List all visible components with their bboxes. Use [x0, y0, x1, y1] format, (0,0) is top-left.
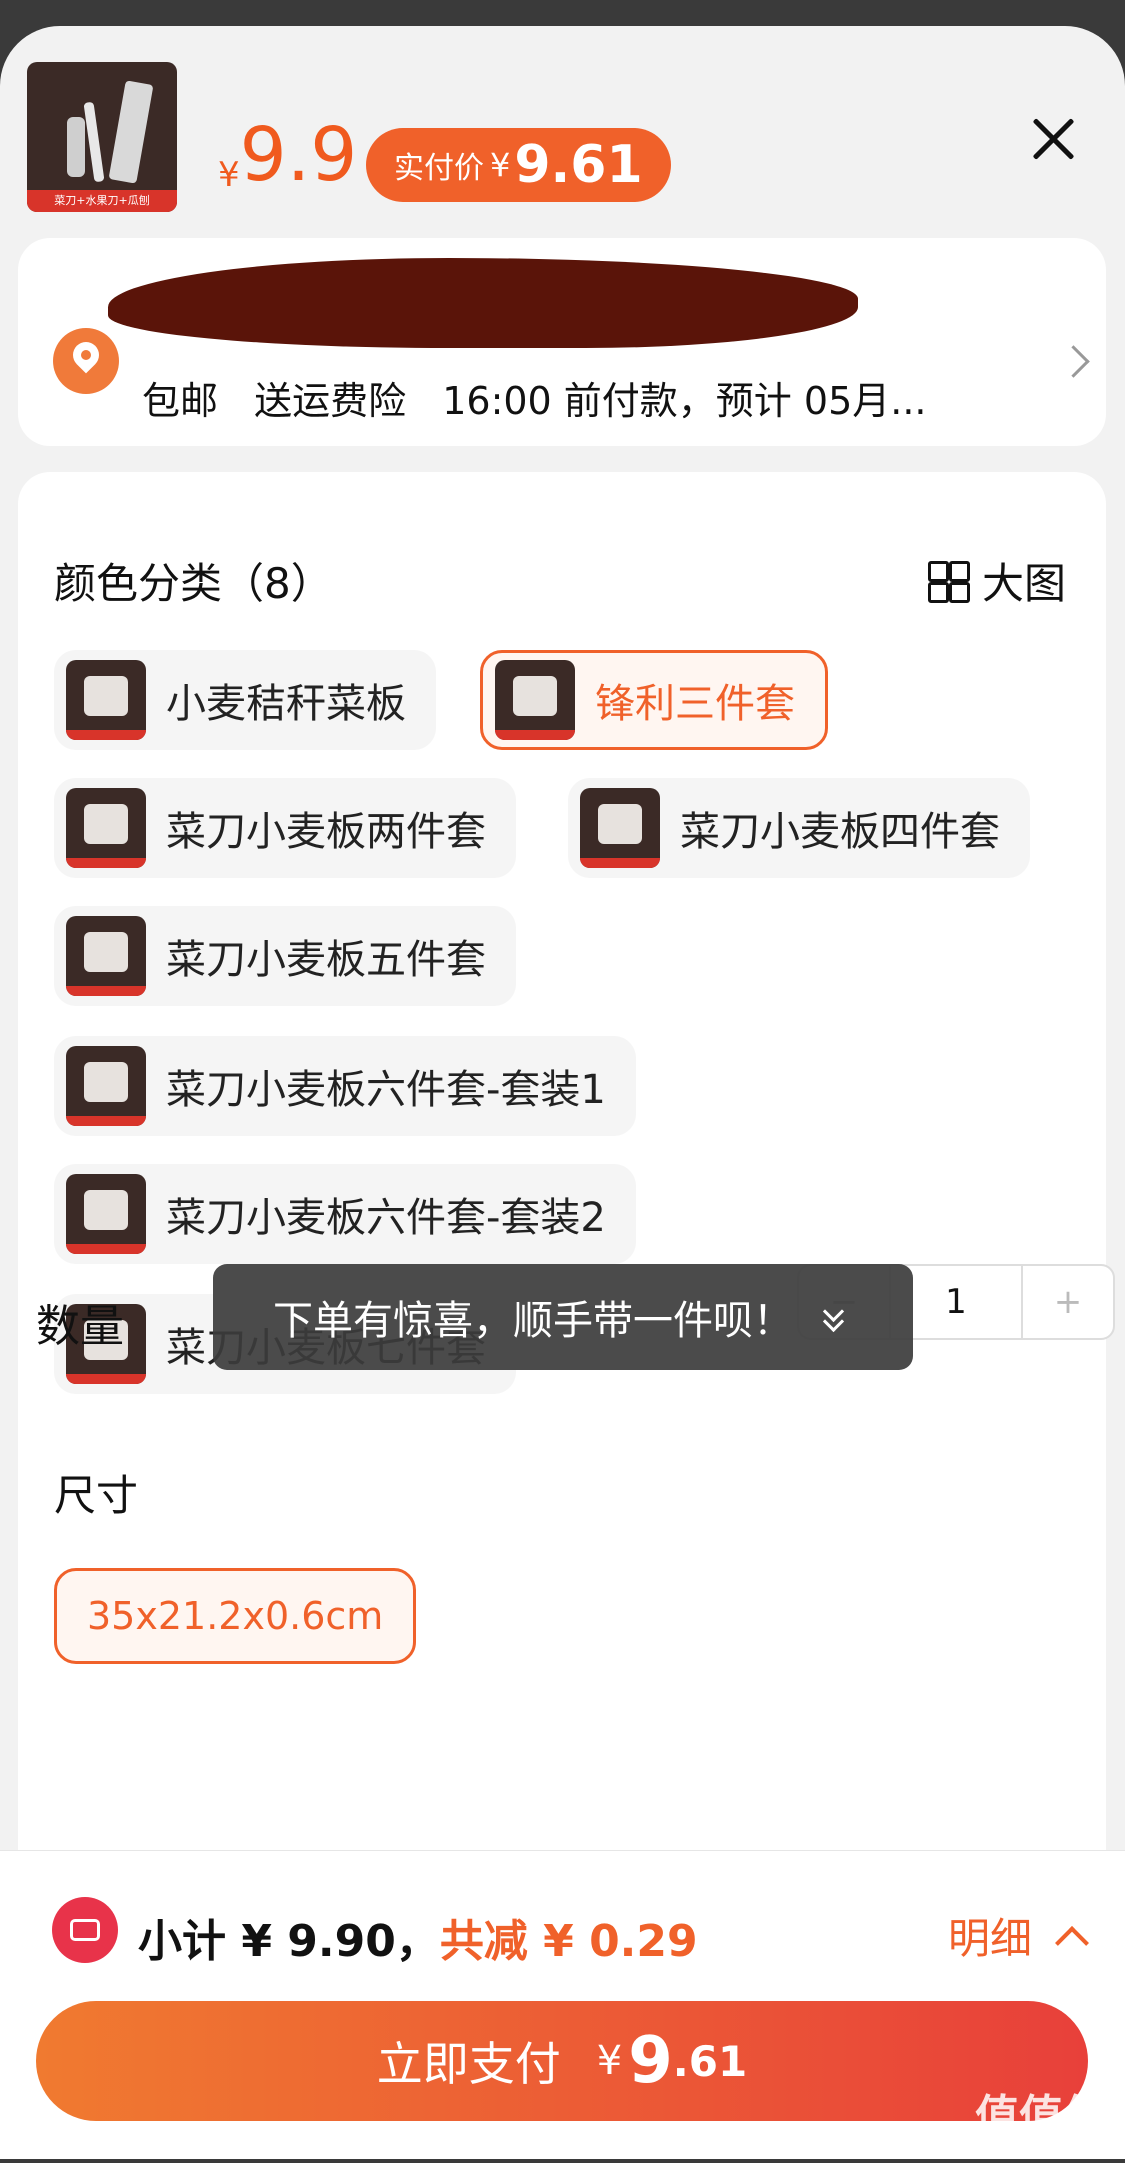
option-label: 菜刀小麦板两件套 [166, 809, 486, 855]
option-thumbnail [66, 1046, 146, 1126]
pay-currency: ¥ [596, 2038, 623, 2084]
pay-now-button[interactable]: 立即支付 ¥ 9 .61 [36, 2001, 1088, 2121]
paid-label: 实付价 [394, 151, 484, 186]
grid-icon [928, 560, 970, 603]
address-card[interactable]: 包邮 送运费险 16:00 前付款，预计 05月... [18, 238, 1106, 446]
big-image-button[interactable]: 大图 [928, 550, 1066, 611]
free-shipping: 包邮 [142, 379, 219, 423]
color-section-title: 颜色分类（8） [54, 559, 333, 608]
chevron-up-icon [1055, 1925, 1089, 1960]
option-thumbnail [66, 916, 146, 996]
option-thumbnail [66, 660, 146, 740]
watermark-sub: zhizhizhi.com [975, 2144, 1084, 2163]
watermark-text: 值值值 [975, 2091, 1107, 2142]
product-thumbnail[interactable]: 菜刀+水果刀+瓜刨 [27, 62, 177, 212]
option-thumbnail [66, 788, 146, 868]
color-option[interactable]: 菜刀小麦板五件套 [54, 906, 516, 1006]
color-option[interactable]: 小麦秸秆菜板 [54, 650, 436, 750]
location-icon [53, 328, 119, 394]
paid-currency: ¥ [490, 146, 511, 184]
options-card: 颜色分类（8） 大图 小麦秸秆菜板 锋利三件套 菜刀小麦板两件套 菜刀小麦板四件… [18, 472, 1106, 1872]
chevron-right-icon[interactable] [1057, 345, 1090, 378]
fruit-knife-image [83, 101, 105, 183]
option-thumbnail [580, 788, 660, 868]
increment-button[interactable]: + [1023, 1266, 1113, 1338]
option-label: 锋利三件套 [595, 681, 795, 727]
option-label: 小麦秸秆菜板 [166, 681, 406, 727]
detail-toggle[interactable]: 明细 [948, 1905, 1089, 1966]
cleaver-image [108, 80, 154, 184]
option-label: 菜刀小麦板五件套 [166, 937, 486, 983]
quantity-title: 数量 [36, 1301, 124, 1352]
big-image-label: 大图 [982, 559, 1067, 608]
price: ¥9.9 [218, 118, 357, 192]
sku-sheet: 菜刀+水果刀+瓜刨 ¥9.9 实付价 ¥ 9.61 包邮 送运费险 16:00 … [0, 26, 1125, 2158]
pay-amount-dec: .61 [672, 2036, 748, 2086]
watermark-logo: 值值值 zhizhizhi.com [975, 2080, 1107, 2163]
peeler-image [67, 117, 85, 177]
color-option-selected[interactable]: 锋利三件套 [480, 650, 828, 750]
price-value: 9.9 [239, 112, 358, 198]
toast-text: 下单有惊喜，顺手带一件呗！ [273, 1298, 793, 1344]
option-label: 菜刀小麦板六件套-套装2 [166, 1195, 606, 1241]
color-option[interactable]: 菜刀小麦板两件套 [54, 778, 516, 878]
option-thumbnail [495, 660, 575, 740]
delivery-estimate: 16:00 前付款，预计 05月... [442, 379, 927, 423]
thumb-tag: 菜刀+水果刀+瓜刨 [27, 190, 177, 212]
option-label: 菜刀小麦板六件套-套装1 [166, 1067, 606, 1113]
checkout-bar: 小计 ¥ 9.90，共减 ¥ 0.29 明细 立即支付 ¥ 9 .61 [0, 1850, 1125, 2159]
subtotal: 小计 ¥ 9.90，共减 ¥ 0.29 [138, 1905, 698, 1969]
price-currency: ¥ [218, 155, 240, 195]
color-option[interactable]: 菜刀小麦板六件套-套装2 [54, 1164, 636, 1264]
option-label: 菜刀小麦板四件套 [680, 809, 1000, 855]
option-thumbnail [66, 1174, 146, 1254]
subtotal-text: 小计 ¥ 9.90， [138, 1916, 440, 1967]
discount-text: 共减 ¥ 0.29 [439, 1916, 698, 1967]
close-icon[interactable] [1030, 116, 1076, 162]
coupon-icon [52, 1897, 118, 1963]
promo-toast[interactable]: 下单有惊喜，顺手带一件呗！ [213, 1264, 913, 1370]
pay-amount-int: 9 [628, 2024, 673, 2098]
shipping-info: 包邮 送运费险 16:00 前付款，预计 05月... [142, 370, 950, 425]
size-section-title: 尺寸 [54, 1471, 139, 1520]
color-option[interactable]: 菜刀小麦板四件套 [568, 778, 1030, 878]
paid-price-badge: 实付价 ¥ 9.61 [366, 128, 671, 202]
shipping-insurance: 送运费险 [254, 379, 407, 423]
detail-label: 明细 [948, 1914, 1033, 1963]
pay-label: 立即支付 [376, 2037, 561, 2091]
color-option[interactable]: 菜刀小麦板六件套-套装1 [54, 1036, 636, 1136]
size-label: 35x21.2x0.6cm [87, 1594, 384, 1638]
size-option-selected[interactable]: 35x21.2x0.6cm [54, 1568, 417, 1664]
double-chevron-down-icon [821, 1304, 847, 1330]
paid-value: 9.61 [514, 135, 643, 195]
address-redaction [108, 258, 858, 348]
